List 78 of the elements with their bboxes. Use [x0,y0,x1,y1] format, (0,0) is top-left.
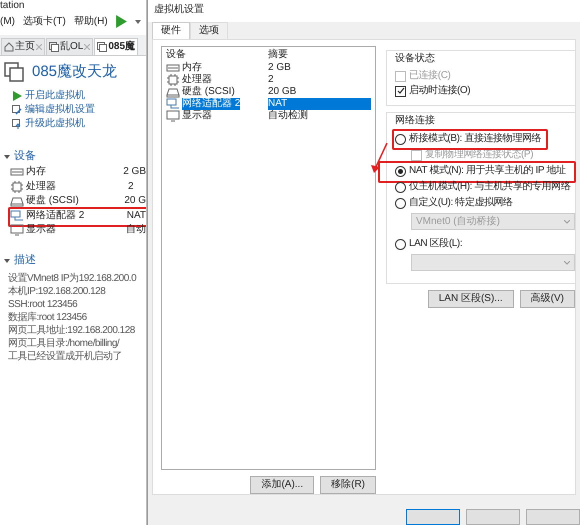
device-value: 2 [128,180,134,192]
display-icon [10,224,24,236]
group-title: 网络连接 [395,115,436,127]
vm-icon [97,42,108,52]
dialog-title: 虚拟机设置 [148,0,580,22]
device-row[interactable]: 显示器 自动检测 [166,110,371,122]
tab[interactable]: 硬件 [152,22,190,39]
action-link[interactable]: 编辑虚拟机设置 [12,104,134,116]
memory-icon [166,62,180,74]
dialog-button[interactable]: LAN 区段(S)... [428,290,514,308]
radio-button[interactable] [395,198,406,208]
device-value: 20 G [124,195,146,207]
play-icon [12,91,22,101]
tab[interactable]: 选项 [190,22,228,39]
play-icon[interactable] [116,15,127,28]
upgrade-icon [12,119,22,129]
radio-label[interactable]: 自定义(U): 特定虚拟网络 [409,197,513,209]
device-name[interactable]: 内存 [26,166,122,178]
description-line: 本机IP:192.168.200.128 [8,286,106,298]
column-header: 摘要 [268,49,288,61]
list-button[interactable]: 添加(A)... [250,476,314,494]
tab[interactable]: 085魔 [94,38,138,55]
menu-item[interactable]: 选项卡(T) [23,16,66,28]
display-icon [166,110,180,122]
radio-button[interactable] [395,238,406,250]
caret-icon[interactable] [4,258,10,264]
tab[interactable]: 乱OL [46,38,94,55]
radio-label[interactable]: LAN 区段(L): [409,238,462,250]
dialog-button[interactable]: 高级(V) [520,290,575,308]
vm-name: 085魔改天龙 [32,63,118,81]
radio-label[interactable]: 仅主机模式(H): 与主机共享的专用网络 [409,181,570,193]
app-title: tation [0,0,26,12]
cpu-icon [10,180,24,192]
group-title: 设备状态 [395,53,436,65]
tab[interactable]: 主页 [1,38,45,55]
network-icon [10,210,24,222]
device-row[interactable]: 内存 2 GB [166,62,371,74]
edit-icon [12,105,22,115]
device-row[interactable]: 处理器 2 [166,74,371,86]
radio-button[interactable] [395,134,406,144]
radio-label[interactable]: NAT 模式(N): 用于共享主机的 IP 地址 [409,165,566,177]
action-link[interactable]: 升级此虚拟机 [12,118,134,130]
list-button[interactable]: 移除(R) [320,476,376,494]
description-line: 网页工具地址:192.168.200.128 [8,325,135,337]
caret-icon[interactable] [134,20,141,24]
checkbox-label[interactable]: 启动时连接(O) [409,85,470,97]
device-row[interactable]: 硬盘 (SCSI) 20 GB [166,86,371,98]
home-icon [4,42,14,52]
menu-item[interactable]: (M) [0,16,15,28]
section-heading[interactable]: 描述 [14,254,36,267]
vm-icon [49,42,59,52]
device-name[interactable]: 显示器 [26,224,124,236]
ok-button[interactable] [406,509,460,525]
cpu-icon [166,74,180,86]
action-link[interactable]: 开启此虚拟机 [12,90,134,102]
device-value: 自动 [126,224,146,236]
vm-icon [4,62,24,82]
caret-icon[interactable] [4,154,10,160]
description-line: 数据库:root 123456 [8,312,87,324]
device-name[interactable]: 网络适配器 2 [26,210,125,222]
description-line: SSH:root 123456 [8,299,78,311]
radio-label[interactable]: 桥接模式(B): 直接连接物理网络 [409,133,542,145]
checkbox[interactable] [395,86,406,96]
device-name[interactable]: 硬盘 (SCSI) [26,195,122,207]
description-line: 网页工具目录:/home/billing/ [8,338,120,350]
chevron-icon [564,220,570,224]
column-header: 设备 [166,49,187,61]
device-name[interactable]: 处理器 [26,180,126,192]
radio-button[interactable] [395,166,406,176]
description-line: 设置VMnet8 IP为192.168.200.0 [8,273,136,285]
menu-item[interactable]: 帮助(H) [74,16,108,28]
device-value: NAT [126,210,146,222]
description-line: 工具已经设置成开机启动了 [8,351,122,363]
section-heading[interactable]: 设备 [14,150,36,163]
memory-icon [10,166,24,178]
network-icon [166,98,180,110]
chevron-icon [564,260,570,264]
device-value: 2 GB [123,166,146,178]
